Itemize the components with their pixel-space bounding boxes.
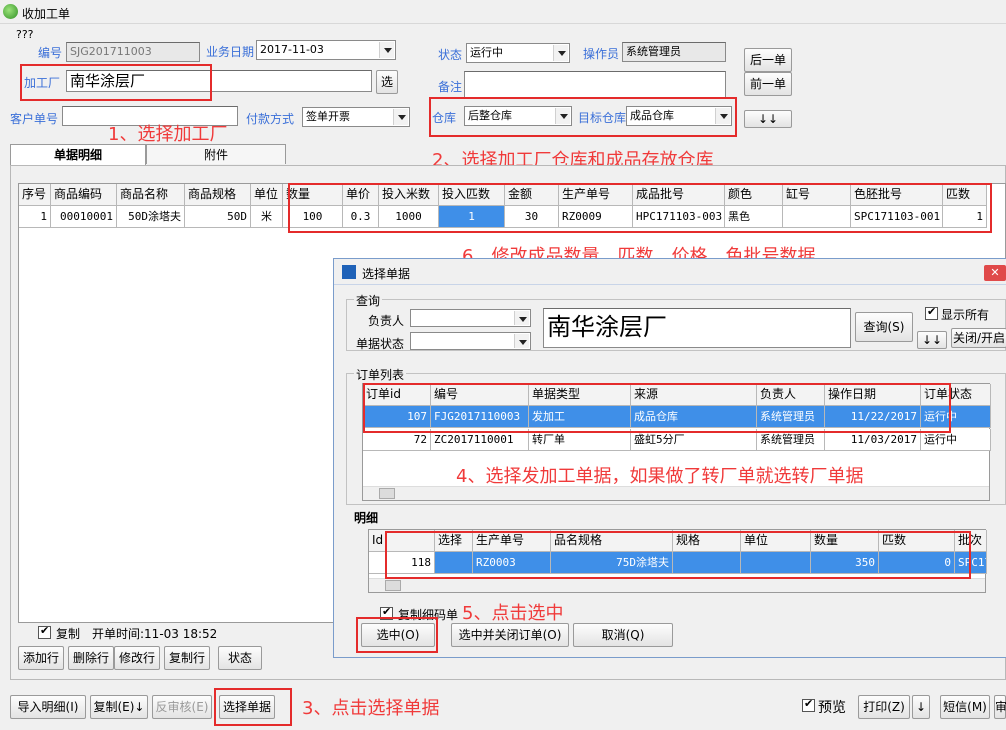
table-cell[interactable]: 00010001 — [51, 206, 117, 228]
print-dropdown-button[interactable]: ↓ — [912, 695, 930, 719]
sms-button[interactable]: 短信(M) — [940, 695, 990, 719]
id-label: 编号 — [38, 46, 63, 60]
chevron-down-icon[interactable] — [379, 42, 394, 58]
print-button[interactable]: 打印(Z) — [858, 695, 910, 719]
close-icon[interactable]: ✕ — [984, 265, 1006, 281]
doc-status-label: 单据状态 — [356, 337, 405, 351]
cancel-button[interactable]: 取消(Q) — [573, 623, 673, 647]
copy-checkbox[interactable] — [38, 624, 51, 639]
prev-record-button[interactable]: 前一单 — [744, 72, 792, 96]
note-field[interactable] — [464, 71, 726, 99]
dialog-title-bar: 选择单据 ✕ — [334, 259, 1006, 285]
column-header[interactable]: 单位 — [251, 184, 283, 206]
scrollbar-thumb[interactable] — [379, 488, 395, 499]
section-label: ??? — [16, 28, 34, 41]
tab-attachments[interactable]: 附件 — [146, 144, 286, 164]
column-header[interactable]: 商品名称 — [117, 184, 185, 206]
table-cell[interactable]: 50D涂塔夫 — [117, 206, 185, 228]
annotation-box-grid — [288, 183, 992, 233]
show-all-label: 显示所有 — [941, 308, 990, 322]
detail-grid-scrollbar[interactable] — [369, 578, 985, 592]
scrollbar-thumb[interactable] — [385, 580, 401, 591]
payment-select[interactable]: 签单开票 — [302, 107, 410, 127]
next-record-button[interactable]: 后一单 — [744, 48, 792, 72]
owner-select[interactable] — [410, 309, 531, 327]
date-label: 业务日期 — [206, 45, 255, 59]
status-button[interactable]: 状态 — [218, 646, 262, 670]
annotation-box-select — [356, 617, 438, 653]
annotation-box-warehouse — [429, 97, 737, 137]
customer-no-label: 客户单号 — [10, 112, 59, 126]
preview-checkbox[interactable] — [802, 697, 815, 712]
query-button[interactable]: 查询(S) — [855, 312, 913, 342]
copy-label: 复制 — [56, 627, 81, 641]
annotation-box-orders — [363, 383, 951, 433]
status-select[interactable]: 运行中 — [466, 43, 570, 63]
annotation-4: 4、选择发加工单据，如果做了转厂单就选转厂单据 — [456, 466, 864, 487]
column-header[interactable]: 商品规格 — [185, 184, 251, 206]
annotation-3: 3、点击选择单据 — [302, 698, 440, 719]
window-title: 收加工单 — [22, 7, 71, 21]
copy-row-button[interactable]: 复制行 — [164, 646, 210, 670]
edit-row-button[interactable]: 修改行 — [114, 646, 160, 670]
status-value: 运行中 — [470, 46, 503, 59]
status-label: 状态 — [438, 48, 463, 62]
copy-dropdown-button[interactable]: 复制(E)↓ — [90, 695, 148, 719]
open-time: 开单时间:11-03 18:52 — [92, 627, 218, 641]
detail-label: 明细 — [354, 511, 379, 525]
dialog-title: 选择单据 — [362, 267, 411, 281]
approve-button[interactable]: 审 — [994, 695, 1006, 719]
annotation-box-detail — [385, 531, 971, 579]
header-arrows-button[interactable]: ↓↓ — [744, 110, 792, 128]
table-cell[interactable]: 50D — [185, 206, 251, 228]
chevron-down-icon[interactable] — [514, 334, 529, 348]
select-document-dialog: 选择单据 ✕ 查询 负责人 单据状态 南华涂层厂 查询(S) 显示所有 ↓↓ 关… — [333, 258, 1006, 658]
annotation-box-select-doc — [214, 688, 292, 726]
id-field[interactable]: SJG201711003 — [66, 42, 200, 62]
date-value: 2017-11-03 — [260, 43, 324, 56]
owner-label: 负责人 — [368, 314, 405, 328]
doc-status-select[interactable] — [410, 332, 531, 350]
delete-row-button[interactable]: 删除行 — [68, 646, 114, 670]
operator-label: 操作员 — [583, 47, 620, 61]
payment-label: 付款方式 — [246, 112, 295, 126]
search-input[interactable]: 南华涂层厂 — [543, 308, 851, 348]
order-grid-scrollbar[interactable] — [363, 486, 989, 500]
operator-field: 系统管理员 — [622, 42, 726, 62]
note-label: 备注 — [438, 80, 463, 94]
import-details-button[interactable]: 导入明细(I) — [10, 695, 86, 719]
factory-select-button[interactable]: 选 — [376, 70, 398, 94]
chevron-down-icon[interactable] — [514, 311, 529, 325]
annotation-5: 5、点击选中 — [462, 603, 564, 624]
select-close-order-button[interactable]: 选中并关闭订单(O) — [451, 623, 569, 647]
query-group-label: 查询 — [354, 292, 383, 309]
annotation-box-factory — [20, 64, 212, 101]
dialog-app-icon — [342, 265, 356, 279]
dialog-arrows-button[interactable]: ↓↓ — [917, 331, 947, 349]
title-bar: 收加工单 — [0, 0, 1006, 24]
column-header[interactable]: 序号 — [19, 184, 51, 206]
annotation-1: 1、选择加工厂 — [108, 124, 228, 145]
chevron-down-icon[interactable] — [553, 45, 568, 61]
payment-value: 签单开票 — [306, 110, 350, 123]
unapprove-button[interactable]: 反审核(E) — [152, 695, 212, 719]
column-header[interactable]: 商品编码 — [51, 184, 117, 206]
show-all-checkbox[interactable] — [925, 305, 938, 320]
chevron-down-icon[interactable] — [393, 109, 408, 125]
preview-label: 预览 — [818, 700, 846, 716]
close-open-button[interactable]: 关闭/开启 — [951, 328, 1006, 348]
tab-details[interactable]: 单据明细 — [10, 144, 146, 166]
date-picker[interactable]: 2017-11-03 — [256, 40, 396, 60]
add-row-button[interactable]: 添加行 — [18, 646, 64, 670]
table-cell[interactable]: 米 — [251, 206, 283, 228]
table-cell[interactable]: 1 — [19, 206, 51, 228]
app-icon — [3, 4, 18, 19]
order-list-label: 订单列表 — [354, 366, 407, 383]
